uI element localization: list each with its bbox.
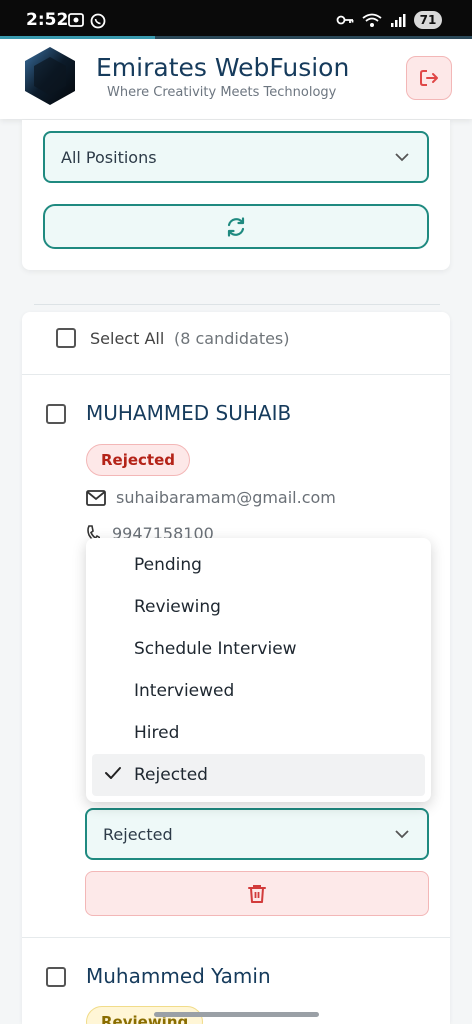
candidate-email-text: suhaibaramam@gmail.com <box>116 488 336 507</box>
candidate-separator <box>22 937 450 938</box>
status-change-value: Rejected <box>103 825 173 844</box>
screenshot-icon <box>68 13 84 27</box>
mail-icon <box>86 489 106 506</box>
status-change-select[interactable]: Rejected <box>85 808 429 860</box>
wifi-icon <box>362 13 382 27</box>
select-all-checkbox[interactable] <box>56 328 76 348</box>
menu-item-reviewing[interactable]: Reviewing <box>92 586 425 628</box>
list-header-separator <box>22 374 450 375</box>
chevron-down-icon <box>395 153 409 162</box>
status-time: 2:52 <box>26 10 69 30</box>
signal-icon <box>391 14 406 27</box>
refresh-icon <box>227 216 245 237</box>
app-header: Emirates WebFusion Where Creativity Meet… <box>0 39 472 119</box>
candidate-email[interactable]: suhaibaramam@gmail.com <box>86 488 336 507</box>
status-badge: Rejected <box>86 444 191 476</box>
menu-item-schedule-interview[interactable]: Schedule Interview <box>92 628 425 670</box>
position-filter-value: All Positions <box>61 148 157 167</box>
candidate-checkbox[interactable] <box>46 967 66 987</box>
trash-icon <box>248 884 266 903</box>
refresh-button[interactable] <box>43 204 429 249</box>
battery-indicator: 71 <box>414 11 442 29</box>
brand-tagline: Where Creativity Meets Technology <box>107 85 337 100</box>
hexagon-logo-icon <box>25 47 75 105</box>
vpn-key-icon <box>336 15 354 25</box>
brand-title: Emirates WebFusion <box>96 53 350 82</box>
menu-item-rejected[interactable]: Rejected <box>92 754 425 796</box>
whatsapp-icon <box>90 13 106 29</box>
candidate-name: Muhammed Yamin <box>86 964 271 988</box>
status-notification-icons <box>68 13 106 29</box>
candidate-count: (8 candidates) <box>174 329 290 348</box>
delete-candidate-button[interactable] <box>85 871 429 916</box>
status-dropdown-menu: Pending Reviewing Schedule Interview Int… <box>86 538 431 802</box>
select-all-label: Select All <box>90 329 165 348</box>
menu-item-interviewed[interactable]: Interviewed <box>92 670 425 712</box>
home-indicator[interactable] <box>154 1012 319 1017</box>
status-bar: 2:52 71 <box>0 0 472 38</box>
position-filter-select[interactable]: All Positions <box>43 131 429 183</box>
candidate-name: MUHAMMED SUHAIB <box>86 401 292 425</box>
section-divider <box>34 304 440 305</box>
logout-button[interactable] <box>406 56 452 100</box>
menu-item-hired[interactable]: Hired <box>92 712 425 754</box>
menu-item-pending[interactable]: Pending <box>92 544 425 586</box>
status-system-icons: 71 <box>336 11 442 29</box>
checkmark-icon <box>105 767 121 779</box>
logout-icon <box>420 70 438 86</box>
chevron-down-icon <box>395 830 409 839</box>
candidate-checkbox[interactable] <box>46 404 66 424</box>
